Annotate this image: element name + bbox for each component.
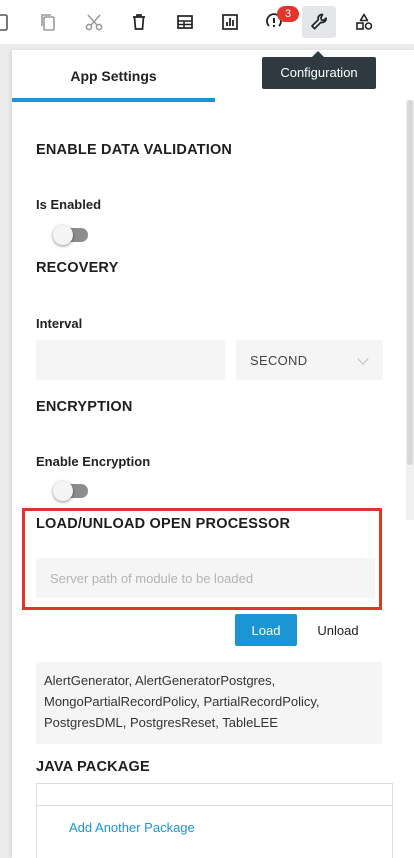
cut-icon — [85, 14, 103, 31]
configuration-tooltip: Configuration — [262, 51, 376, 89]
paste-button[interactable] — [0, 6, 18, 38]
alerts-count-badge: 3 — [277, 6, 299, 22]
java-package-section-title: JAVA PACKAGE — [36, 759, 150, 775]
highlight-box — [22, 508, 382, 610]
add-package-link[interactable]: Add Another Package — [69, 820, 195, 835]
wrench-icon — [311, 13, 327, 30]
interval-input[interactable] — [36, 340, 225, 380]
interval-unit-value: SECOND — [250, 352, 308, 368]
settings-panel: App Settings ENABLE DATA VALIDATION Is E… — [12, 50, 414, 858]
interval-unit-select[interactable]: SECOND — [236, 340, 383, 380]
java-package-row[interactable] — [37, 784, 392, 806]
chart-button[interactable] — [213, 6, 247, 38]
shapes-icon — [356, 13, 373, 30]
enable-encryption-label: Enable Encryption — [36, 454, 151, 469]
unload-button[interactable]: Unload — [308, 614, 368, 646]
tab-app-settings[interactable]: App Settings — [12, 50, 215, 102]
is-enabled-toggle[interactable] — [53, 225, 88, 245]
encryption-section-title: ENCRYPTION — [36, 399, 133, 415]
copy-icon — [41, 14, 55, 31]
validation-section-title: ENABLE DATA VALIDATION — [36, 142, 233, 158]
table-icon — [177, 15, 193, 29]
interval-label: Interval — [36, 316, 83, 331]
toolbar: 3 — [0, 0, 414, 44]
alerts-button[interactable]: 3 — [257, 6, 299, 38]
loaded-modules-list: AlertGenerator, AlertGeneratorPostgres, … — [36, 662, 382, 744]
paste-icon — [0, 14, 8, 31]
delete-button[interactable] — [122, 6, 156, 38]
delete-icon — [133, 14, 145, 30]
enable-encryption-toggle[interactable] — [53, 481, 88, 501]
java-package-table: Add Another Package — [36, 783, 393, 858]
load-button[interactable]: Load — [235, 614, 297, 646]
scrollbar-thumb[interactable] — [407, 100, 413, 465]
configuration-button[interactable] — [302, 6, 336, 38]
is-enabled-label: Is Enabled — [36, 197, 102, 212]
table-button[interactable] — [168, 6, 202, 38]
active-tab-indicator — [12, 98, 215, 102]
cut-button[interactable] — [77, 6, 111, 38]
toggle-knob — [53, 481, 73, 501]
shapes-button[interactable] — [347, 6, 381, 38]
chart-icon — [222, 14, 238, 30]
copy-button[interactable] — [31, 6, 65, 38]
toggle-knob — [53, 225, 73, 245]
chevron-down-icon — [357, 353, 369, 365]
recovery-section-title: RECOVERY — [36, 260, 119, 276]
